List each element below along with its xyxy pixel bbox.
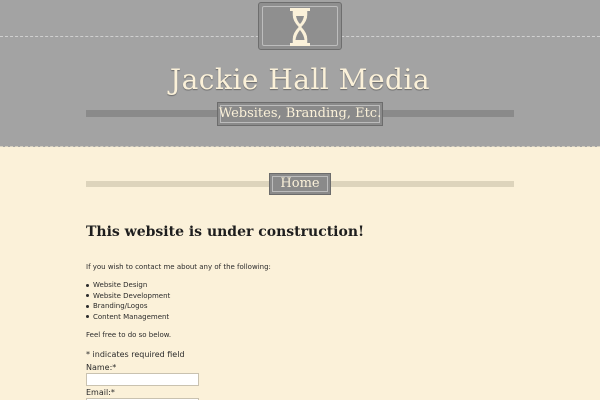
bullet-icon [86, 304, 89, 308]
required-field-note: * indicates required field [86, 350, 185, 359]
header-bottom-stitch [0, 146, 600, 147]
closing-text: Feel free to do so below. [86, 331, 172, 339]
intro-text: If you wish to contact me about any of t… [86, 263, 271, 271]
name-label: Name:* [86, 363, 117, 372]
bullet-icon [86, 283, 89, 287]
hourglass-icon [290, 8, 310, 46]
service-label: Branding/Logos [93, 302, 148, 310]
email-label: Email:* [86, 388, 115, 397]
service-label: Content Management [93, 312, 170, 321]
service-label: Website Design [93, 281, 148, 289]
tagline-badge: Websites, Branding, Etc. [217, 102, 383, 126]
nav-home-label: Home [280, 176, 320, 191]
site-header: Jackie Hall Media Websites, Branding, Et… [0, 0, 600, 147]
services-list: Website Design Website Development Brand… [86, 280, 170, 322]
list-item: Website Design [86, 280, 170, 291]
service-label: Website Development [93, 291, 171, 300]
bullet-icon [86, 294, 89, 297]
page: Jackie Hall Media Websites, Branding, Et… [0, 0, 600, 400]
nav-home-tab[interactable]: Home [269, 173, 331, 195]
bullet-icon [86, 315, 89, 318]
logo-badge[interactable] [258, 2, 342, 50]
tagline-text: Websites, Branding, Etc. [218, 106, 382, 121]
list-item: Website Development [86, 291, 170, 302]
main-content: This website is under construction! If y… [86, 222, 514, 400]
site-title: Jackie Hall Media [169, 63, 431, 96]
page-heading: This website is under construction! [86, 224, 365, 240]
list-item: Content Management [86, 312, 170, 323]
list-item: Branding/Logos [86, 301, 170, 312]
name-input[interactable] [86, 373, 199, 386]
